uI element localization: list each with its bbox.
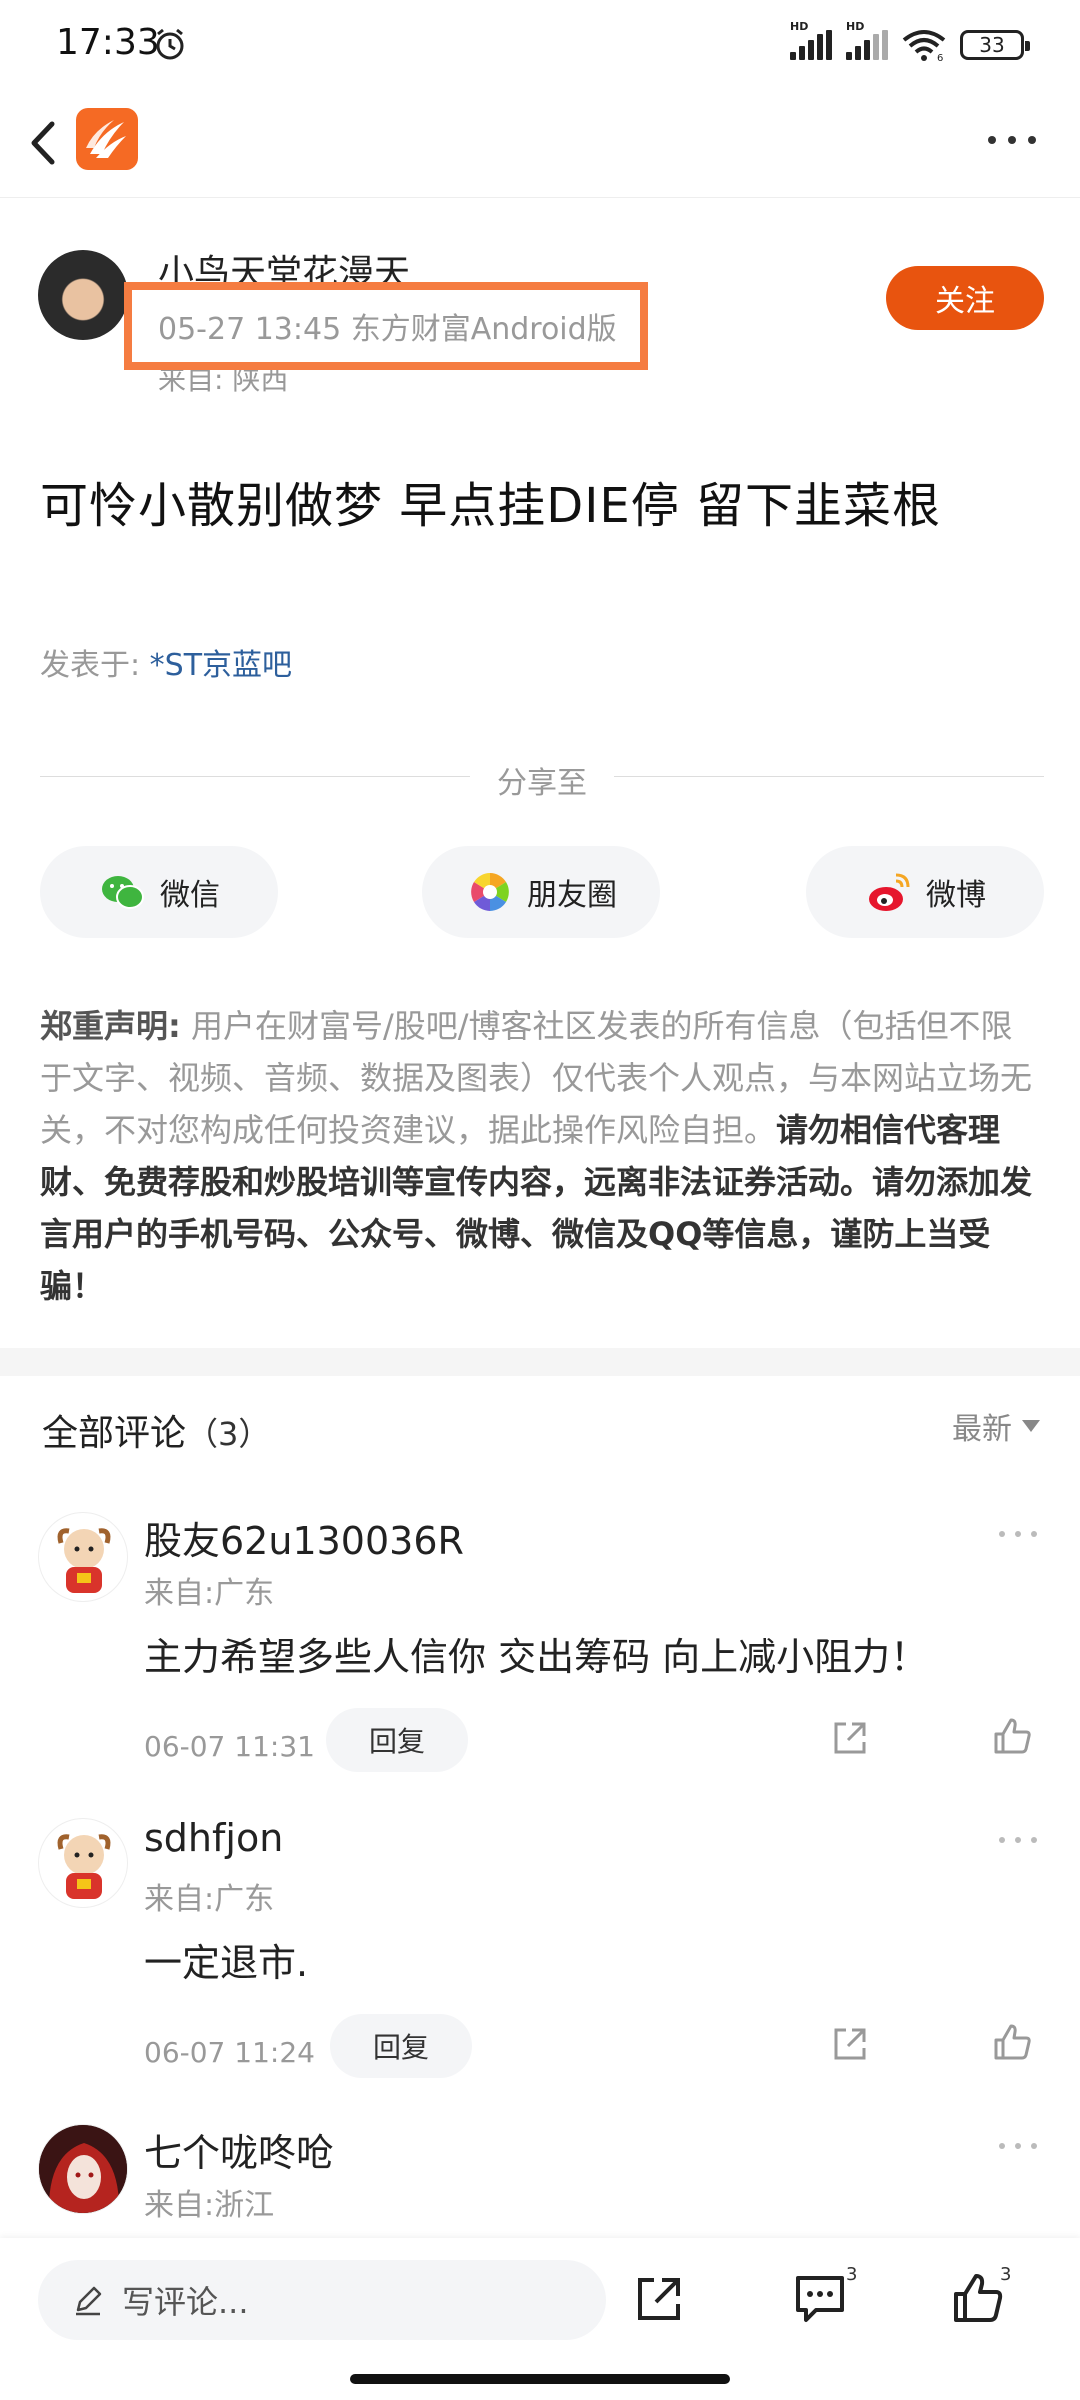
commenter-avatar[interactable] bbox=[38, 1512, 128, 1602]
wechat-icon bbox=[102, 876, 144, 909]
commenter-name[interactable]: sdhfjon bbox=[144, 1816, 283, 1860]
triangle-down-icon bbox=[1022, 1420, 1040, 1432]
top-nav bbox=[0, 96, 1080, 198]
bottom-action-bar: 写评论... 3 3 bbox=[0, 2238, 1080, 2400]
comment-icon[interactable] bbox=[792, 2270, 848, 2326]
commenter-location: 来自:广东 bbox=[144, 1882, 275, 1917]
thumbs-up-icon[interactable] bbox=[950, 2270, 1006, 2326]
commenter-avatar[interactable] bbox=[38, 1818, 128, 1908]
commenter-location: 来自:广东 bbox=[144, 1576, 275, 1611]
cellular-signal-icon: HD bbox=[790, 20, 832, 60]
battery-level: 33 bbox=[979, 33, 1005, 57]
section-divider bbox=[0, 1348, 1080, 1376]
commenter-location: 来自:浙江 bbox=[144, 2188, 275, 2223]
disclaimer-lead: 郑重声明: bbox=[40, 1007, 181, 1045]
more-horizontal-icon[interactable] bbox=[996, 2138, 1040, 2154]
comment-text: 一定退市. bbox=[144, 1941, 309, 1985]
status-time: 17:33 bbox=[56, 22, 160, 63]
share-label: 分享至 bbox=[497, 766, 587, 801]
sort-dropdown[interactable]: 最新 bbox=[952, 1404, 1040, 1448]
character-avatar-icon bbox=[39, 2125, 127, 2213]
pencil-icon bbox=[76, 2286, 102, 2316]
network-type-label: HD bbox=[790, 20, 809, 33]
share-wechat-label: 微信 bbox=[160, 878, 220, 913]
commenter-avatar[interactable] bbox=[38, 2124, 128, 2214]
cellular-signal-icon-2: HD bbox=[846, 20, 888, 60]
eastmoney-logo-icon bbox=[86, 120, 126, 158]
comments-title-label: 全部评论 bbox=[42, 1413, 187, 1454]
battery-indicator: 33 bbox=[960, 30, 1030, 60]
disclaimer: 郑重声明: 用户在财富号/股吧/博客社区发表的所有信息（包括但不限于文字、视频、… bbox=[40, 1000, 1044, 1312]
more-horizontal-icon[interactable] bbox=[996, 1526, 1040, 1542]
more-horizontal-icon[interactable] bbox=[996, 1832, 1040, 1848]
share-icon[interactable] bbox=[632, 2270, 688, 2326]
home-indicator[interactable] bbox=[350, 2374, 730, 2384]
share-weibo-button[interactable]: 微博 bbox=[806, 846, 1044, 938]
thumbs-up-icon[interactable] bbox=[990, 2020, 1034, 2064]
share-divider: 分享至 bbox=[40, 754, 1044, 801]
comment-input[interactable]: 写评论... bbox=[38, 2260, 606, 2340]
comments-header: 全部评论（3） 最新 bbox=[0, 1394, 1080, 1464]
post-title: 可怜小散别做梦 早点挂DIE停 留下韭菜根 bbox=[40, 478, 941, 534]
comment-item: 七个咙咚呛 来自:浙江 bbox=[0, 2114, 1080, 2238]
like-count-badge: 3 bbox=[1000, 2264, 1012, 2285]
comment-time: 06-07 11:31 bbox=[144, 1730, 315, 1763]
post-meta: 05-27 13:45 东方财富Android版 bbox=[158, 312, 617, 347]
stock-bar-link[interactable]: *ST京蓝吧 bbox=[150, 648, 292, 683]
comment-count-badge: 3 bbox=[846, 2264, 858, 2285]
mascot-avatar-icon bbox=[57, 1528, 111, 1593]
reply-button[interactable]: 回复 bbox=[330, 2014, 472, 2078]
chevron-left-icon[interactable] bbox=[22, 108, 62, 178]
divider-line-right bbox=[614, 776, 1044, 777]
follow-button[interactable]: 关注 bbox=[886, 266, 1044, 330]
posted-in: 发表于: *ST京蓝吧 bbox=[40, 640, 292, 684]
author-avatar[interactable] bbox=[38, 250, 128, 340]
weibo-icon bbox=[869, 873, 910, 911]
more-horizontal-icon[interactable] bbox=[984, 130, 1040, 150]
wifi-icon: 6 bbox=[902, 30, 946, 62]
comments-title: 全部评论（3） bbox=[42, 1404, 270, 1456]
comment-item: sdhfjon 来自:广东 一定退市. 06-07 11:24 回复 bbox=[0, 1808, 1080, 2108]
moments-icon bbox=[471, 873, 509, 911]
status-bar: 17:33 HD HD 6 33 bbox=[0, 0, 1080, 96]
alarm-clock-icon bbox=[156, 28, 184, 60]
share-moments-label: 朋友圈 bbox=[527, 878, 617, 913]
network-type-label-2: HD bbox=[846, 20, 865, 33]
share-icon[interactable] bbox=[828, 2022, 872, 2066]
share-wechat-button[interactable]: 微信 bbox=[40, 846, 278, 938]
share-weibo-label: 微博 bbox=[926, 878, 986, 913]
posted-in-label: 发表于: bbox=[40, 648, 150, 683]
mascot-avatar-icon bbox=[57, 1834, 111, 1899]
status-icons: HD HD 6 33 bbox=[790, 20, 1030, 62]
post-meta-highlight: 05-27 13:45 东方财富Android版 bbox=[124, 282, 648, 370]
share-icon[interactable] bbox=[828, 1716, 872, 1760]
svg-text:6: 6 bbox=[937, 53, 943, 62]
sort-label: 最新 bbox=[952, 1412, 1012, 1447]
share-moments-button[interactable]: 朋友圈 bbox=[422, 846, 660, 938]
commenter-name[interactable]: 股友62u130036R bbox=[144, 1510, 464, 1565]
post-author: 小鸟天堂花漫天 来自: 陕西 05-27 13:45 东方财富Android版 … bbox=[0, 230, 1080, 410]
app-logo[interactable] bbox=[76, 108, 138, 170]
commenter-name[interactable]: 七个咙咚呛 bbox=[144, 2122, 334, 2177]
reply-button[interactable]: 回复 bbox=[326, 1708, 468, 1772]
comment-text: 主力希望多些人信你 交出筹码 向上减小阻力！ bbox=[144, 1635, 929, 1679]
comments-count: （3） bbox=[186, 1415, 271, 1453]
comment-item: 股友62u130036R 来自:广东 主力希望多些人信你 交出筹码 向上减小阻力… bbox=[0, 1502, 1080, 1802]
comment-input-placeholder: 写评论... bbox=[122, 2283, 249, 2321]
comment-time: 06-07 11:24 bbox=[144, 2036, 315, 2069]
thumbs-up-icon[interactable] bbox=[990, 1714, 1034, 1758]
